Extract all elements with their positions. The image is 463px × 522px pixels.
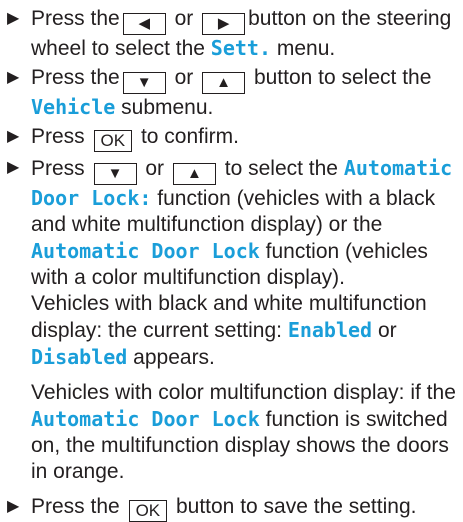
step-text: button to save the setting. [175, 495, 417, 518]
display-text-disabled: Disabled [31, 345, 128, 369]
step-5: ▶ Press the OK button to save the settin… [7, 494, 457, 522]
bullet-icon: ▶ [7, 69, 20, 86]
display-text-automatic-door-lock: Automatic Door Lock [31, 239, 260, 263]
up-button-icon: ▲ [172, 163, 216, 185]
display-text-sett: Sett. [210, 36, 271, 60]
step-1: ▶ Press the ◀ or ▶ button on the steering … [7, 6, 457, 62]
display-text-vehicle: Vehicle [31, 95, 116, 119]
ok-button-icon: OK [93, 130, 133, 152]
bullet-icon: ▶ [7, 10, 20, 27]
display-text-enabled: Enabled [287, 318, 373, 342]
step-text: to confirm. [140, 125, 239, 148]
bullet-icon: ▶ [7, 159, 20, 176]
step-text: menu. [276, 37, 336, 60]
step-text: Press [31, 125, 85, 148]
up-button-icon: ▲ [202, 72, 246, 94]
step-text: Vehicles with color multifunction displa… [31, 381, 456, 404]
down-button-icon: ▼ [122, 72, 166, 94]
step-text: or [174, 66, 194, 89]
step-text: or [145, 157, 165, 180]
bullet-icon: ▶ [7, 498, 20, 515]
step-text: Press the [31, 7, 120, 30]
step-text: to select the [224, 157, 338, 180]
step-3: ▶ Press OK to confirm. [7, 124, 457, 152]
display-text-automatic-door-lock: Automatic Door Lock [31, 407, 260, 431]
step-text: appears. [133, 346, 215, 369]
right-button-icon: ▶ [202, 13, 246, 35]
step-text: or [377, 319, 397, 342]
bullet-icon: ▶ [7, 128, 20, 145]
step-text: Press the [31, 495, 120, 518]
down-button-icon: ▼ [93, 163, 137, 185]
step-text: submenu. [121, 96, 214, 119]
instruction-list: ▶ Press the ◀ or ▶ button on the steering … [0, 0, 463, 522]
step-text: Press the [31, 66, 120, 89]
ok-button-icon: OK [128, 500, 168, 522]
step-4: ▶ Press ▼ or ▲ to select the Automatic D… [7, 155, 457, 485]
step-text: Press [31, 157, 85, 180]
step-4-paragraph-3: Vehicles with color multifunction displa… [31, 380, 457, 485]
step-text: or [174, 7, 194, 30]
step-4-paragraph-2: Vehicles with black and white multifunct… [31, 291, 457, 371]
step-text: button to select the [253, 66, 432, 89]
step-4-paragraph-1: Press ▼ or ▲ to select the Automatic Doo… [31, 155, 457, 291]
step-2: ▶ Press the ▼ or ▲ button to select the V… [7, 65, 457, 121]
left-button-icon: ◀ [122, 13, 166, 35]
